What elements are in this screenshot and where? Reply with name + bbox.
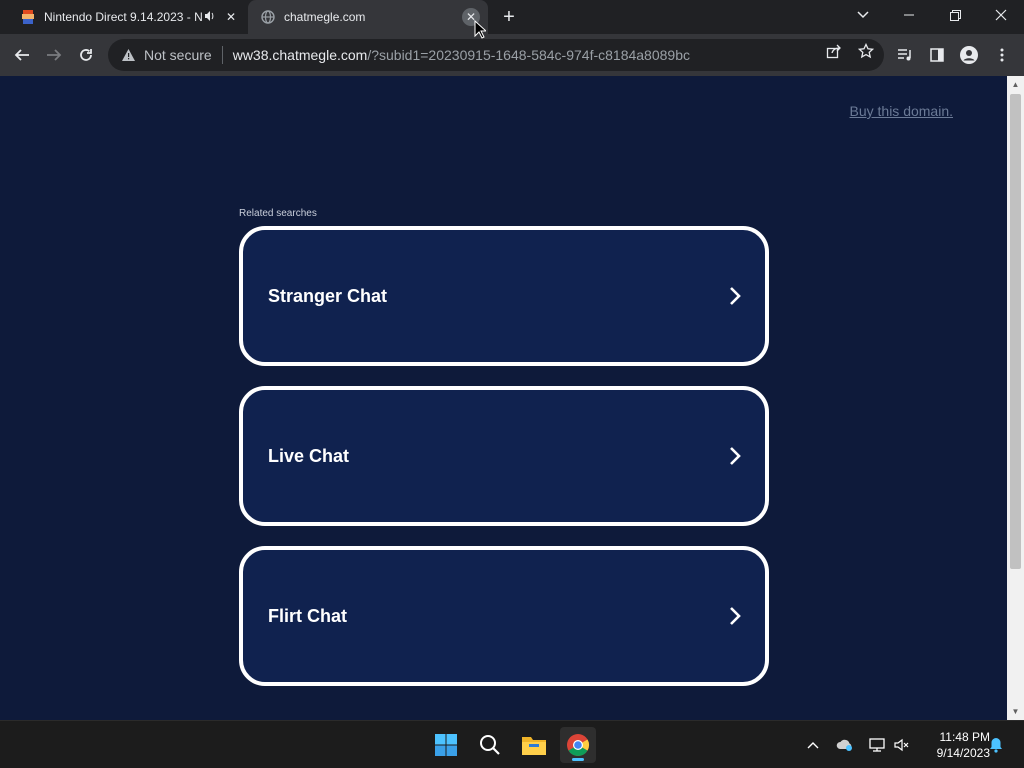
tab-strip: Nintendo Direct 9.14.2023 - Nintendo ✕ c… xyxy=(0,0,1024,34)
share-icon[interactable] xyxy=(825,42,843,60)
scroll-down-icon[interactable]: ▼ xyxy=(1007,703,1024,720)
system-clock[interactable]: 11:48 PM 9/14/2023 xyxy=(918,729,990,761)
forward-button[interactable] xyxy=(40,41,68,69)
back-button[interactable] xyxy=(8,41,36,69)
page-content: Buy this domain. Related searches Strang… xyxy=(0,76,1007,720)
tab-chatmegle[interactable]: chatmegle.com ✕ xyxy=(248,0,488,34)
address-bar[interactable]: Not secure ww38.chatmegle.com /?subid1=2… xyxy=(108,39,884,71)
omnibox-divider xyxy=(221,46,223,64)
security-status[interactable]: Not secure xyxy=(144,47,212,63)
clock-time: 11:48 PM xyxy=(939,730,990,744)
onedrive-icon[interactable] xyxy=(836,736,854,754)
profile-icon[interactable] xyxy=(960,46,978,64)
buy-domain-link[interactable]: Buy this domain. xyxy=(850,103,954,119)
volume-muted-icon[interactable] xyxy=(893,736,911,754)
file-explorer-icon[interactable] xyxy=(516,727,552,763)
search-icon[interactable] xyxy=(472,727,508,763)
new-tab-button[interactable]: + xyxy=(498,6,520,28)
close-window-button[interactable] xyxy=(978,0,1024,30)
browser-toolbar: Not secure ww38.chatmegle.com /?subid1=2… xyxy=(0,34,1024,76)
search-card-live-chat[interactable]: Live Chat xyxy=(239,386,769,526)
active-app-indicator xyxy=(572,758,584,761)
tab-search-chevron-icon[interactable] xyxy=(840,0,886,30)
speaker-icon[interactable] xyxy=(202,10,218,25)
url-host: ww38.chatmegle.com xyxy=(232,47,368,63)
scrollbar-thumb[interactable] xyxy=(1010,94,1021,569)
globe-icon xyxy=(260,9,276,25)
card-label: Stranger Chat xyxy=(268,285,388,306)
tab-close-icon[interactable]: ✕ xyxy=(222,8,240,26)
tab-title: Nintendo Direct 9.14.2023 - Nintendo xyxy=(44,10,202,24)
chevron-right-icon xyxy=(727,285,743,307)
page-scrollbar[interactable]: ▲ ▼ xyxy=(1007,76,1024,720)
card-label: Flirt Chat xyxy=(268,605,347,626)
search-card-stranger-chat[interactable]: Stranger Chat xyxy=(239,226,769,366)
notification-bell-icon[interactable] xyxy=(987,736,1005,754)
reload-button[interactable] xyxy=(72,41,100,69)
media-controls-icon[interactable] xyxy=(896,46,914,64)
chevron-up-icon[interactable] xyxy=(804,736,822,754)
chevron-right-icon xyxy=(727,605,743,627)
windows-taskbar: 11:48 PM 9/14/2023 xyxy=(0,720,1024,768)
search-card-flirt-chat[interactable]: Flirt Chat xyxy=(239,546,769,686)
warning-icon[interactable] xyxy=(120,47,136,63)
chrome-icon[interactable] xyxy=(560,727,596,763)
url-path: /?subid1=20230915-1648-584c-974f-c8184a8… xyxy=(367,47,690,63)
related-searches-label: Related searches xyxy=(239,208,317,219)
tab-nintendo-direct[interactable]: Nintendo Direct 9.14.2023 - Nintendo ✕ xyxy=(8,0,248,34)
menu-kebab-icon[interactable] xyxy=(993,46,1011,64)
scroll-up-icon[interactable]: ▲ xyxy=(1007,76,1024,93)
chevron-right-icon xyxy=(727,445,743,467)
restore-button[interactable] xyxy=(932,0,978,30)
bookmark-star-icon[interactable] xyxy=(857,42,875,60)
clock-date: 9/14/2023 xyxy=(936,746,990,760)
card-label: Live Chat xyxy=(268,445,350,466)
mouse-cursor-icon xyxy=(474,19,488,40)
network-icon[interactable] xyxy=(868,736,886,754)
tab-title: chatmegle.com xyxy=(284,10,366,24)
minimize-button[interactable] xyxy=(886,0,932,30)
side-panel-icon[interactable] xyxy=(928,46,946,64)
windows-start-icon[interactable] xyxy=(428,727,464,763)
game-icon xyxy=(20,9,36,25)
